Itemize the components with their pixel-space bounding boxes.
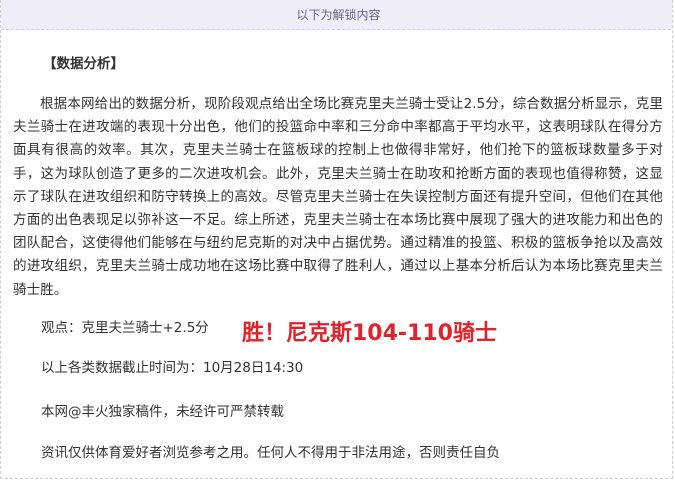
section-title: 【数据分析】 [43, 56, 124, 72]
data-cutoff-text: 以上各类数据截止时间为：10月28日14:30 [41, 360, 304, 376]
match-result: 胜！尼克斯104-110骑士 [242, 321, 497, 346]
unlock-banner: 以下为解锁内容 [1, 0, 672, 30]
disclaimer-text: 资讯仅供体育爱好者浏览参考之用。任何人不得用于非法用途，否则责任自负 [41, 445, 500, 461]
unlock-banner-label: 以下为解锁内容 [296, 8, 381, 22]
locked-content-frame: 以下为解锁内容 【数据分析】 根据本网给出的数据分析，现阶段观点给出全场比赛克里… [0, 0, 673, 479]
viewpoint-text: 观点：克里夫兰骑士+2.5分 [41, 320, 209, 336]
copyright-notice: 本网@丰火独家稿件，未经许可严禁转载 [41, 404, 284, 420]
analysis-paragraph: 根据本网给出的数据分析，现阶段观点给出全场比赛克里夫兰骑士受让2.5分，综合数据… [13, 96, 663, 298]
